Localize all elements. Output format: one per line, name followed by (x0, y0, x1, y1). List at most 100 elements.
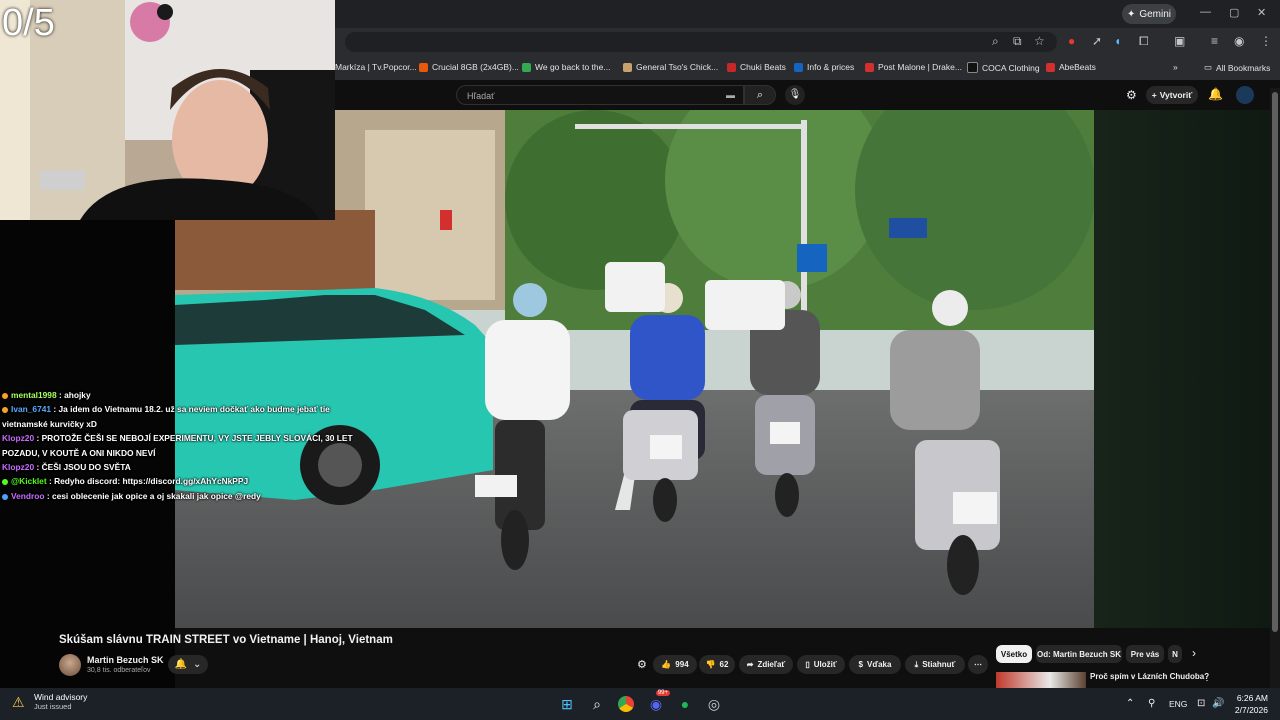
stream-chat: mental1998 : ahojky Ivan_6741 : Ja idem … (2, 388, 353, 503)
bookmark-favicon-icon (794, 62, 803, 72)
account-avatar[interactable] (1236, 86, 1254, 104)
weather-widget[interactable]: ⚠ Wind advisory Just issued (12, 692, 87, 711)
extension-arrow-icon[interactable]: ➚ (1092, 34, 1102, 48)
voice-search-button[interactable]: 🎙 (785, 85, 805, 105)
network-icon[interactable]: ⊡ (1197, 698, 1205, 709)
more-dots-icon: ⋯ (974, 660, 982, 669)
chat-badge-icon (2, 479, 8, 486)
plus-icon: + (1151, 90, 1157, 100)
app-icon[interactable]: ◎ (702, 692, 726, 716)
chip-more[interactable]: N (1168, 645, 1182, 663)
chat-message: Ivan_6741 : Ja idem do Vietnamu 18.2. už… (2, 402, 347, 416)
bookmark-item[interactable]: Post Malone | Drake... (865, 62, 962, 72)
windows-start-icon[interactable]: ⊞ (555, 692, 579, 716)
bell-icon: 🔔 (174, 659, 188, 670)
minimize-icon[interactable]: — (1200, 6, 1211, 18)
bookmark-label: Info & prices (807, 62, 855, 72)
like-button[interactable]: 👍 994 (653, 655, 697, 674)
warning-icon: ⚠ (12, 694, 25, 710)
bookmark-item[interactable]: Crucial 8GB (2x4GB)... (419, 62, 519, 72)
discord-icon[interactable]: ◉ 99+ (644, 690, 670, 716)
bookmark-item[interactable]: Info & prices (794, 62, 854, 72)
zoom-icon[interactable]: ⌕ (992, 34, 999, 49)
thanks-button[interactable]: $ Vďaka (849, 655, 901, 674)
bookmark-item[interactable]: Markíza | Tv.Popcor... (335, 62, 417, 72)
profile-avatar-icon[interactable]: ◉ (1234, 34, 1244, 48)
all-bookmarks-label: All Bookmarks (1216, 62, 1271, 73)
notifications-bell-icon[interactable]: 🔔 (1208, 87, 1223, 101)
chat-message: Klopz20 : PROTOŽE ČEŠI SE NEBOJÍ EXPERIM… (2, 431, 353, 445)
sidepanel-icon[interactable]: ▣ (1174, 34, 1185, 48)
download-label: Stiahnuť (922, 660, 956, 669)
chevron-right-icon[interactable]: › (1192, 646, 1196, 660)
dislike-button[interactable]: 👎 62 (699, 655, 735, 674)
chat-message: @Kicklet : Redyho discord: https://disco… (2, 474, 347, 488)
bookmark-item[interactable]: AbeBeats (1046, 62, 1096, 72)
chip-all[interactable]: Všetko (996, 645, 1032, 663)
share-button[interactable]: ➦ Zdieľať (739, 655, 793, 674)
taskbar-search-icon[interactable]: ⌕ (585, 692, 609, 716)
channel-name[interactable]: Martin Bezuch SK (87, 655, 164, 665)
recommended-title[interactable]: Proč spím v Lázních Chudoba? | Probudowa… (1090, 672, 1210, 681)
location-icon[interactable]: ⚲ (1148, 698, 1155, 709)
chrome-icon[interactable] (614, 692, 638, 716)
volume-icon[interactable]: 🔊 (1212, 698, 1224, 709)
thumbs-down-icon: 👎 (705, 660, 716, 669)
clock-time: 6:26 AM (1236, 693, 1268, 703)
cast-icon[interactable]: ⧉ (1013, 34, 1022, 49)
chip-from-channel[interactable]: Od: Martin Bezuch SK (1036, 645, 1122, 663)
bookmark-item[interactable]: We go back to the... (522, 62, 610, 72)
bookmarks-overflow-icon[interactable]: » (1173, 62, 1178, 72)
chat-username: mental1998 (11, 390, 57, 400)
save-button[interactable]: ▯ Uložiť (797, 655, 845, 674)
menu-kebab-icon[interactable]: ⋮ (1260, 34, 1272, 48)
subscriber-count: 30,8 tis. odberateľov (87, 667, 151, 674)
recommended-thumbnail[interactable] (996, 672, 1086, 688)
maximize-icon[interactable]: ▢ (1229, 6, 1239, 19)
spotify-icon[interactable]: ● (673, 692, 697, 716)
chat-username: Ivan_6741 (11, 404, 52, 415)
close-icon[interactable]: ✕ (1257, 6, 1266, 19)
download-button[interactable]: ⤓ Stiahnuť (905, 655, 965, 674)
bookmark-label: We go back to the... (535, 62, 611, 72)
channel-avatar[interactable] (59, 654, 81, 676)
create-button[interactable]: + Vytvoriť (1146, 86, 1198, 104)
chat-text: : ČEŠI JSOU DO SVĚTA (36, 462, 131, 473)
search-icon: ⌕ (756, 89, 764, 101)
chip-for-you[interactable]: Pre vás (1126, 645, 1164, 663)
extension-red-icon[interactable]: ● (1068, 34, 1075, 48)
url-field[interactable] (345, 32, 1057, 52)
subscription-bell-button[interactable]: 🔔 ⌄ (168, 655, 208, 674)
recommended-menu-icon[interactable]: ⋮ (1202, 672, 1212, 683)
like-count: 994 (675, 660, 689, 669)
scrollbar-thumb[interactable] (1272, 92, 1278, 632)
bookmark-star-icon[interactable]: ☆ (1034, 34, 1045, 48)
gear-icon[interactable]: ⚙ (1126, 88, 1137, 102)
tray-chevron-up-icon[interactable]: ⌃ (1126, 698, 1134, 709)
chat-message: mental1998 : ahojky (2, 388, 347, 402)
language-indicator[interactable]: ENG (1169, 699, 1187, 709)
bookmark-item[interactable]: General Tso's Chick... (623, 62, 718, 72)
search-input[interactable]: Hľadať ▬ (456, 85, 744, 105)
chat-text: vietnamské kurvičky xD (2, 418, 97, 429)
chat-badge-icon (2, 407, 8, 414)
clock-date: 2/7/2026 (1234, 705, 1268, 715)
bookmark-item[interactable]: Chuki Beats (727, 62, 786, 72)
bookmark-favicon-icon (865, 62, 874, 72)
microphone-icon: 🎙 (788, 89, 802, 100)
keyboard-icon[interactable]: ▬ (726, 90, 735, 100)
extension-wave-icon[interactable]: ◖ (1114, 34, 1121, 48)
chat-message-continuation: vietnamské kurvičky xD (2, 417, 347, 431)
more-actions-button[interactable]: ⋯ (968, 655, 988, 674)
gemini-button[interactable]: ✦ Gemini (1122, 4, 1176, 24)
video-side-area (1094, 110, 1270, 628)
all-bookmarks-button[interactable]: ▭ All Bookmarks (1204, 62, 1270, 73)
bookmark-label: COCA Clothing (982, 62, 1040, 73)
windows-taskbar (0, 688, 1280, 720)
search-button[interactable]: ⌕ (744, 85, 776, 105)
extensions-puzzle-icon[interactable]: ⧠ (1139, 34, 1149, 49)
gear-icon[interactable]: ⚙ (637, 658, 647, 671)
reading-list-icon[interactable]: ≡ (1211, 34, 1218, 48)
taskbar-clock[interactable]: 6:26 AM 2/7/2026 (1228, 692, 1268, 716)
bookmark-item[interactable]: COCA Clothing (967, 62, 1040, 73)
